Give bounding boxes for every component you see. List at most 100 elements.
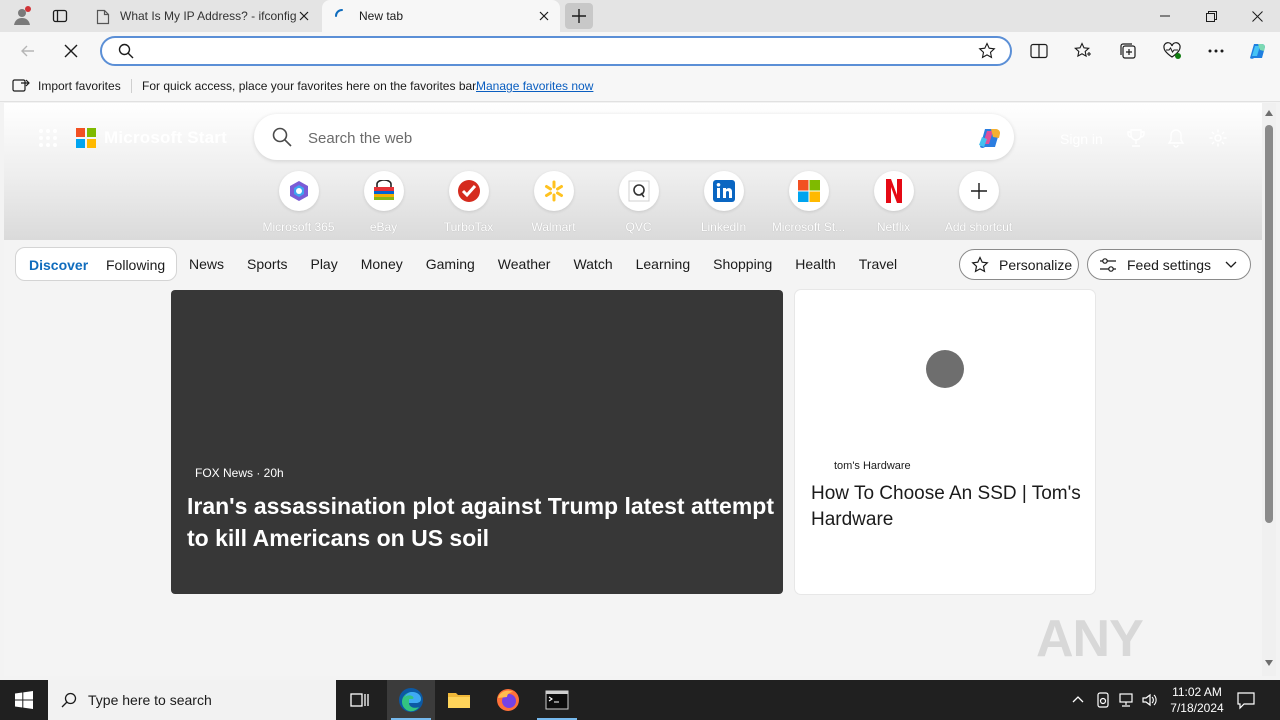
nav-item-weather[interactable]: Weather [498, 256, 551, 272]
tab-following[interactable]: Following [106, 257, 165, 273]
nav-item-play[interactable]: Play [310, 256, 337, 272]
copilot-button[interactable] [1242, 36, 1272, 66]
nav-item-money[interactable]: Money [361, 256, 403, 272]
nav-item-watch[interactable]: Watch [573, 256, 612, 272]
manage-favorites-link[interactable]: Manage favorites now [476, 79, 593, 93]
task-view-button[interactable] [336, 680, 384, 720]
plus-icon [572, 9, 586, 23]
page-icon [96, 9, 110, 25]
shortcut-ebay[interactable]: eBay [341, 171, 426, 234]
settings-more-button[interactable] [1201, 36, 1231, 66]
walmart-icon [533, 171, 574, 211]
split-screen-button[interactable] [1024, 36, 1054, 66]
taskbar-clock[interactable]: 11:02 AM 7/18/2024 [1163, 684, 1231, 716]
divider [131, 79, 132, 93]
collections-button[interactable] [1113, 36, 1143, 66]
restore-icon [1205, 10, 1217, 22]
shortcut-linkedin[interactable]: LinkedIn [681, 171, 766, 234]
feed-navigation: Discover Following News Sports Play Mone… [4, 247, 1262, 281]
brand-title[interactable]: Microsoft Start [104, 128, 227, 148]
copilot-icon[interactable] [974, 123, 1004, 151]
nav-item-health[interactable]: Health [795, 256, 835, 272]
feed-settings-button[interactable]: Feed settings [1087, 249, 1251, 280]
star-favorite-icon[interactable] [978, 42, 996, 60]
microsoft-logo[interactable] [76, 128, 96, 148]
notification-bell-icon[interactable] [1167, 128, 1185, 148]
nav-item-sports[interactable]: Sports [247, 256, 287, 272]
volume-icon[interactable] [1141, 692, 1159, 708]
tab-actions-button[interactable] [46, 4, 74, 28]
sign-in-button[interactable]: Sign in [1060, 131, 1103, 147]
rewards-trophy-icon[interactable] [1127, 128, 1145, 148]
personalize-button[interactable]: Personalize [959, 249, 1079, 280]
settings-gear-icon[interactable] [1208, 128, 1228, 148]
restore-button[interactable] [1188, 0, 1234, 32]
shortcut-add[interactable]: Add shortcut [936, 171, 1021, 234]
web-search-box[interactable] [254, 114, 1014, 160]
taskbar-firefox[interactable] [484, 680, 532, 720]
taskbar-terminal[interactable] [533, 680, 581, 720]
chevron-up-icon[interactable] [1072, 695, 1084, 703]
tab-strip: What Is My IP Address? - ifconfig New ta… [0, 0, 1280, 32]
qvc-icon [618, 171, 659, 211]
device-icon[interactable] [1096, 692, 1110, 708]
card-headline[interactable]: How To Choose An SSD | Tom's Hardware [811, 481, 1083, 533]
news-card-main[interactable]: FOX News · 20h Iran's assassination plot… [171, 290, 783, 594]
web-search-input[interactable] [308, 128, 948, 148]
close-tab-icon[interactable] [296, 8, 312, 24]
favorites-bar: Import favorites For quick access, place… [0, 70, 1280, 102]
shortcut-label: Netflix [876, 220, 911, 234]
profile-button[interactable] [8, 4, 36, 28]
nav-item-travel[interactable]: Travel [859, 256, 897, 272]
taskbar-edge[interactable] [387, 680, 435, 720]
nav-item-shopping[interactable]: Shopping [713, 256, 772, 272]
back-button[interactable] [13, 36, 43, 66]
import-favorites-button[interactable]: Import favorites [12, 78, 121, 94]
scroll-down-icon[interactable] [1265, 659, 1273, 667]
tab-new-tab[interactable]: New tab [322, 0, 560, 32]
browser-essentials-button[interactable] [1157, 36, 1187, 66]
anyrun-watermark: ANY RUN [1036, 610, 1147, 676]
scroll-up-icon[interactable] [1265, 109, 1273, 117]
favorites-button[interactable] [1068, 36, 1098, 66]
nav-item-learning[interactable]: Learning [636, 256, 691, 272]
nav-item-gaming[interactable]: Gaming [426, 256, 475, 272]
feed-settings-label: Feed settings [1127, 256, 1212, 273]
taskbar-search[interactable]: Type here to search [48, 680, 336, 720]
start-button[interactable] [0, 680, 48, 720]
address-input[interactable] [142, 42, 962, 60]
split-screen-icon [1030, 43, 1048, 59]
new-tab-button[interactable] [565, 3, 593, 29]
close-window-button[interactable] [1234, 0, 1280, 32]
shortcut-microsoft-store[interactable]: Microsoft St... [766, 171, 851, 234]
loading-spinner-icon [335, 9, 343, 17]
page-scrollbar[interactable] [1262, 103, 1276, 676]
notification-center-icon[interactable] [1236, 690, 1256, 710]
nav-item-news[interactable]: News [189, 256, 224, 272]
card-headline[interactable]: Iran's assassination plot against Trump … [187, 490, 777, 554]
windows-taskbar: Type here to search 11:02 AM 7/18/2024 [0, 680, 1280, 720]
feed-categories: News Sports Play Money Gaming Weather Wa… [189, 256, 920, 272]
shortcut-turbotax[interactable]: TurboTax [426, 171, 511, 234]
stop-loading-button[interactable] [56, 36, 86, 66]
shortcut-netflix[interactable]: Netflix [851, 171, 936, 234]
news-card-side[interactable]: tom's Hardware How To Choose An SSD | To… [795, 290, 1095, 594]
shortcut-walmart[interactable]: Walmart [511, 171, 596, 234]
scrollbar-thumb[interactable] [1265, 125, 1273, 523]
shortcut-qvc[interactable]: QVC [596, 171, 681, 234]
shortcut-label: eBay [369, 220, 398, 234]
minimize-button[interactable] [1142, 0, 1188, 32]
shortcut-microsoft-365[interactable]: Microsoft 365 [256, 171, 341, 234]
network-icon[interactable] [1118, 692, 1136, 708]
tab-actions-icon [52, 9, 68, 23]
shortcut-label: Add shortcut [944, 220, 1013, 234]
taskbar-file-explorer[interactable] [435, 680, 483, 720]
tab-ifconfig[interactable]: What Is My IP Address? - ifconfig [84, 0, 320, 32]
app-launcher-icon[interactable] [38, 128, 58, 148]
tab-discover[interactable]: Discover [29, 257, 88, 273]
personalize-label: Personalize [999, 256, 1073, 273]
close-tab-icon[interactable] [536, 8, 552, 24]
taskbar-search-placeholder: Type here to search [88, 692, 212, 708]
address-bar[interactable] [100, 36, 1012, 66]
shortcut-label: Microsoft St... [771, 220, 846, 234]
